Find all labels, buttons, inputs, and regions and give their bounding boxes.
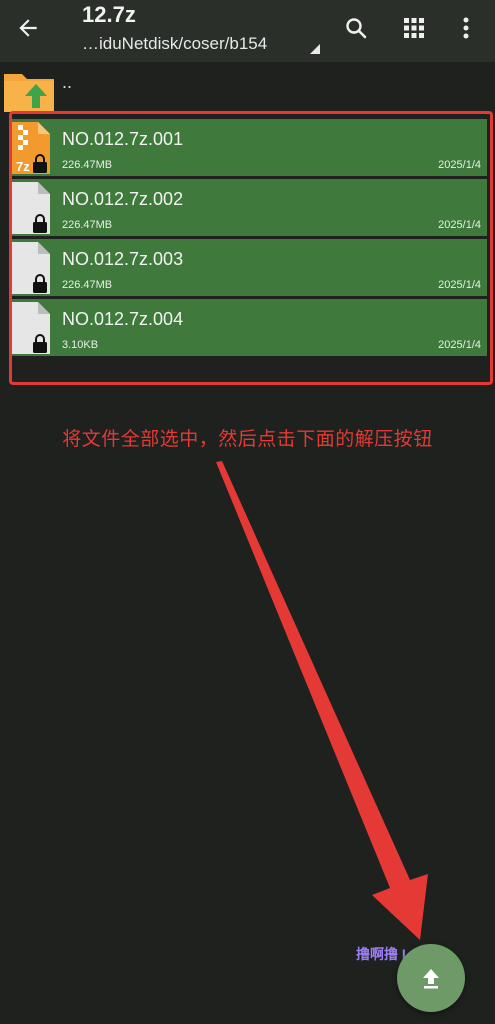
folder-up-icon [4,74,54,112]
more-vert-icon [463,17,469,39]
selection-highlight-frame [9,111,493,385]
top-app-bar: 12.7z …iduNetdisk/coser/b154 [0,0,495,62]
path-dropdown-indicator[interactable] [310,44,320,54]
grid-view-icon [404,18,424,38]
back-button[interactable] [8,8,48,48]
search-icon [346,18,367,39]
extract-upload-icon [423,969,439,989]
grid-view-button[interactable] [394,8,434,48]
breadcrumb-path[interactable]: …iduNetdisk/coser/b154 [82,34,267,54]
search-button[interactable] [336,8,376,48]
parent-directory-row[interactable]: .. [0,64,495,114]
parent-directory-label: .. [62,72,73,92]
file-manager-screen: 12.7z …iduNetdisk/coser/b154 .. 7z NO.01… [0,0,495,1024]
instruction-text: 将文件全部选中，然后点击下面的解压按钮 [62,429,433,450]
more-options-button[interactable] [446,8,486,48]
page-title: 12.7z [82,2,136,27]
extract-button[interactable] [397,944,465,1012]
arrow-left-icon [19,19,37,37]
